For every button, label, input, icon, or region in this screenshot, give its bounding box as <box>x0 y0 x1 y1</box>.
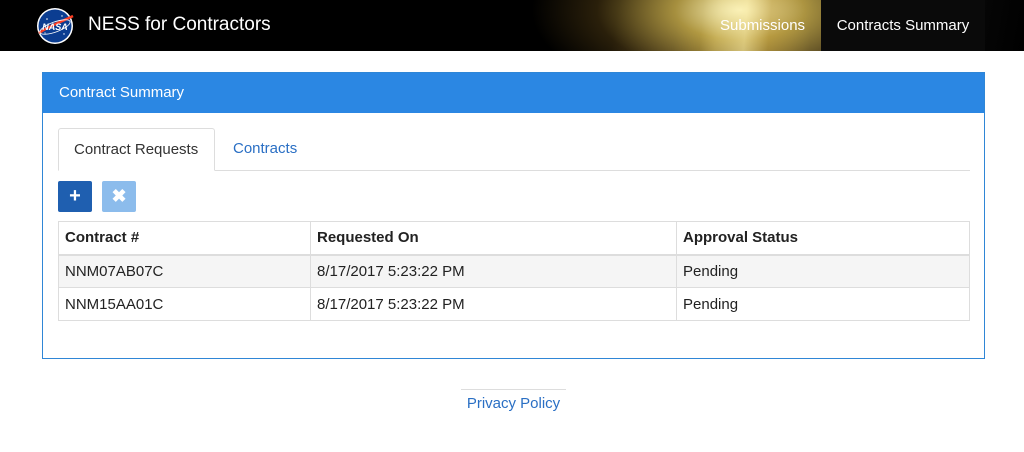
add-request-button[interactable]: + <box>58 181 92 212</box>
panel-title: Contract Summary <box>43 73 984 113</box>
cell-approval-status: Pending <box>676 287 970 321</box>
footer-divider <box>461 389 566 390</box>
table-row[interactable]: NNM07AB07C 8/17/2017 5:23:22 PM Pending <box>58 254 970 288</box>
column-header-approval-status[interactable]: Approval Status <box>676 221 970 256</box>
contract-summary-panel: Contract Summary Contract Requests Contr… <box>42 72 985 359</box>
nav-submissions[interactable]: Submissions <box>720 0 820 51</box>
nav-contracts-summary[interactable]: Contracts Summary <box>821 0 985 51</box>
cell-contract: NNM07AB07C <box>58 254 311 288</box>
column-header-contract[interactable]: Contract # <box>58 221 311 256</box>
x-icon: ✖ <box>111 186 127 206</box>
app-title[interactable]: NESS for Contractors <box>88 14 271 36</box>
tab-bar: Contract Requests Contracts <box>58 128 970 171</box>
cell-requested-on: 8/17/2017 5:23:22 PM <box>310 287 677 321</box>
nasa-logo[interactable]: NASA <box>33 6 77 46</box>
plus-icon: + <box>69 185 81 207</box>
cell-contract: NNM15AA01C <box>58 287 311 321</box>
cell-requested-on: 8/17/2017 5:23:22 PM <box>310 254 677 288</box>
privacy-policy-link[interactable]: Privacy Policy <box>461 395 566 412</box>
table-header-row: Contract # Requested On Approval Status <box>58 221 970 256</box>
top-navbar: NASA NESS for Contractors Submissions Co… <box>0 0 1024 51</box>
tab-contract-requests[interactable]: Contract Requests <box>58 128 215 171</box>
contract-requests-table: Contract # Requested On Approval Status … <box>58 221 970 321</box>
tab-contracts[interactable]: Contracts <box>218 128 312 171</box>
remove-request-button[interactable]: ✖ <box>102 181 136 212</box>
column-header-requested-on[interactable]: Requested On <box>310 221 677 256</box>
svg-text:NASA: NASA <box>42 22 68 32</box>
cell-approval-status: Pending <box>676 254 970 288</box>
table-row[interactable]: NNM15AA01C 8/17/2017 5:23:22 PM Pending <box>58 287 970 321</box>
